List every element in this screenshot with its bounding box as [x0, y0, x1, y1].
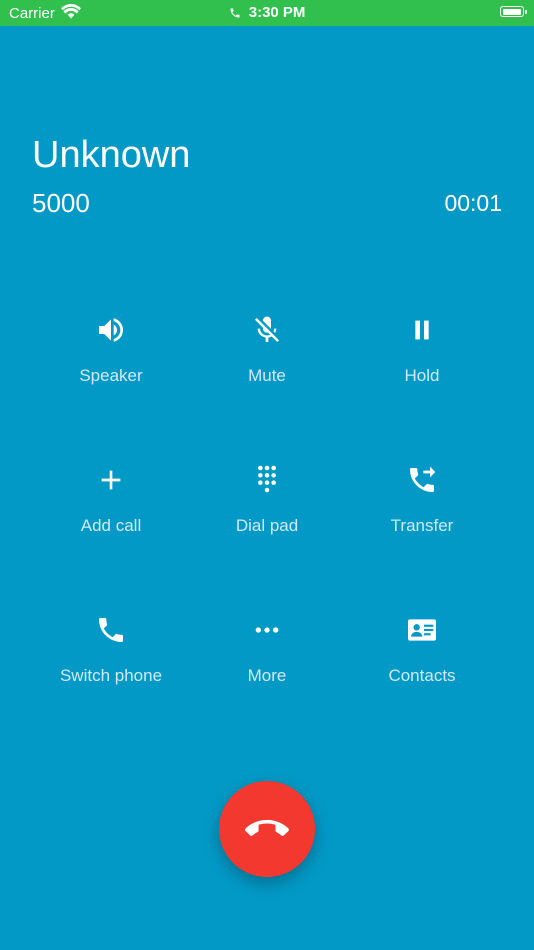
hold-label: Hold [404, 366, 440, 385]
switch-phone-label: Switch phone [59, 666, 163, 685]
speaker-button[interactable]: Speaker [26, 314, 196, 386]
call-timer: 00:01 [444, 190, 502, 216]
more-icon [251, 614, 283, 646]
battery-icon [500, 6, 527, 17]
end-call-button[interactable] [219, 781, 315, 877]
add-call-button[interactable]: Add call [26, 464, 196, 536]
status-time-group: 3:30 PM [0, 4, 534, 23]
add-call-label: Add call [80, 516, 142, 535]
more-label: More [247, 666, 287, 685]
dial-pad-button[interactable]: Dial pad [182, 464, 352, 536]
contacts-label: Contacts [388, 666, 456, 685]
active-call-icon [229, 6, 241, 23]
status-bar: Carrier 3:30 PM [0, 0, 534, 26]
contact-card-icon [406, 614, 438, 646]
mute-icon [251, 314, 283, 346]
switch-phone-button[interactable]: Switch phone [26, 614, 196, 686]
transfer-button[interactable]: Transfer [337, 464, 507, 536]
pause-icon [406, 314, 438, 346]
dialpad-icon [251, 464, 283, 496]
dial-pad-label: Dial pad [235, 516, 299, 535]
speaker-label: Speaker [79, 366, 143, 385]
caller-name: Unknown [32, 134, 191, 176]
plus-icon [95, 464, 127, 496]
phone-icon [95, 614, 127, 646]
mute-label: Mute [248, 366, 286, 385]
transfer-label: Transfer [390, 516, 454, 535]
status-time: 3:30 PM [248, 4, 306, 21]
battery-fill [502, 8, 521, 15]
hold-button[interactable]: Hold [337, 314, 507, 386]
caller-number: 5000 [32, 188, 90, 218]
transfer-icon [406, 464, 438, 496]
speaker-icon [95, 314, 127, 346]
more-button[interactable]: More [182, 614, 352, 686]
mute-button[interactable]: Mute [182, 314, 352, 386]
hang-up-icon [245, 807, 289, 851]
contacts-button[interactable]: Contacts [337, 614, 507, 686]
